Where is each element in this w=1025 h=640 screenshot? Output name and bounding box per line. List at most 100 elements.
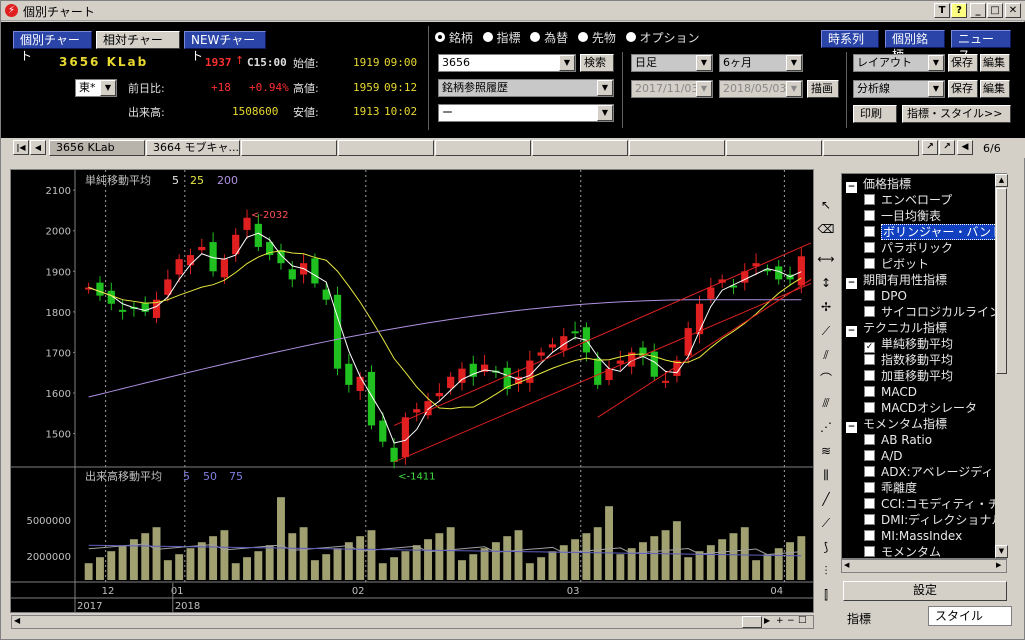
- tree-item[interactable]: ピボット: [864, 256, 929, 272]
- tree-item[interactable]: MACD: [864, 384, 917, 400]
- fan-tool-icon[interactable]: ⫽: [816, 345, 836, 365]
- back-arrow-button[interactable]: ◀: [957, 140, 973, 155]
- tree-item[interactable]: A/D: [864, 448, 903, 464]
- gann-tool-icon[interactable]: ⋰: [816, 417, 836, 437]
- indicator-scrollbar[interactable]: ▲ ▼: [995, 174, 1008, 558]
- symbol-input[interactable]: 3656 ▼: [438, 54, 576, 72]
- tab-klab[interactable]: 3656 KLab: [49, 140, 145, 156]
- tree-item[interactable]: 乖離度: [864, 480, 917, 496]
- checkbox-icon[interactable]: [864, 482, 875, 493]
- tree-group[interactable]: − テクニカル指標: [846, 320, 947, 337]
- draw-tool-button[interactable]: ↗: [922, 140, 938, 155]
- vertical-line-tool-icon[interactable]: ↕: [816, 273, 836, 293]
- checkbox-icon[interactable]: [864, 226, 875, 237]
- tab-indicator[interactable]: 指標: [847, 610, 871, 627]
- analysis-save-button[interactable]: 保存: [948, 80, 978, 98]
- draw-button[interactable]: 描画: [807, 80, 839, 98]
- text-size-button[interactable]: T: [934, 3, 950, 18]
- settings-button[interactable]: 設定: [843, 581, 1007, 601]
- chart-hscrollbar[interactable]: ◀ ▶ + − □: [11, 615, 814, 629]
- tree-item[interactable]: ✓ 単純移動平均: [864, 336, 953, 353]
- scroll-right-icon[interactable]: ▶: [996, 561, 1001, 569]
- history-select[interactable]: 銘柄参照履歴 ▼: [438, 79, 614, 97]
- indicator-tree[interactable]: − 価格指標 エンベロープ 一目均衡表 ボリンジャー・バンド パラボリック ピボット − 期間有…: [841, 173, 1007, 559]
- regression-tool-icon[interactable]: ⟋: [816, 513, 836, 533]
- tab-empty[interactable]: [629, 140, 725, 156]
- indicator-style-button[interactable]: 指標・スタイル>>: [902, 105, 1011, 123]
- checkbox-icon[interactable]: [864, 306, 875, 317]
- tree-item[interactable]: AB Ratio: [864, 432, 932, 448]
- tab-empty[interactable]: [532, 140, 628, 156]
- help-button[interactable]: ?: [951, 3, 967, 18]
- blank-select[interactable]: ー ▼: [438, 104, 614, 122]
- tab-empty[interactable]: [338, 140, 434, 156]
- tree-group[interactable]: − 価格指標: [846, 176, 911, 193]
- scroll-left-icon[interactable]: ◀: [14, 616, 20, 625]
- tree-item[interactable]: ボリンジャー・バンド: [864, 224, 1006, 240]
- zigzag-tool-icon[interactable]: ⟆: [816, 537, 836, 557]
- date-to-select[interactable]: 2018/05/03 ▼: [719, 80, 803, 98]
- market-select[interactable]: 東* ▼: [75, 79, 117, 97]
- draw-tool-button[interactable]: ↗: [939, 140, 955, 155]
- scroll-left-icon[interactable]: ◀: [844, 561, 849, 569]
- fibonacci-tool-icon[interactable]: ⫻: [816, 393, 836, 413]
- radio-stock[interactable]: 銘柄: [435, 31, 473, 45]
- horizontal-line-tool-icon[interactable]: ⟷: [816, 249, 836, 269]
- close-button[interactable]: ✕: [1005, 3, 1021, 18]
- date-from-select[interactable]: 2017/11/03 ▼: [631, 80, 713, 98]
- checkbox-icon[interactable]: [864, 354, 875, 365]
- relative-chart-button[interactable]: 相対チャート: [96, 31, 180, 63]
- line-tool-icon[interactable]: ╱: [816, 489, 836, 509]
- checkbox-icon[interactable]: [864, 258, 875, 269]
- reset-zoom-icon[interactable]: □: [798, 615, 807, 625]
- collapse-icon[interactable]: −: [846, 278, 857, 289]
- arc-tool-icon[interactable]: ⌒: [816, 369, 836, 389]
- scroll-thumb[interactable]: [742, 616, 762, 628]
- checkbox-icon[interactable]: [864, 242, 875, 253]
- tree-item[interactable]: エンベロープ: [864, 192, 952, 208]
- checkbox-icon[interactable]: [864, 290, 875, 301]
- tree-item[interactable]: 一目均衡表: [864, 208, 941, 224]
- chart-area[interactable]: 1500 1600 1700 1800 1900 2000 2100 <-2032 <-1411…: [10, 169, 814, 613]
- layout-select[interactable]: レイアウト ▼: [853, 54, 945, 72]
- tab-empty[interactable]: [435, 140, 531, 156]
- layout-edit-button[interactable]: 編集: [980, 54, 1010, 72]
- checkbox-icon[interactable]: [864, 434, 875, 445]
- tree-group[interactable]: − モメンタム指標: [846, 416, 947, 433]
- tree-item[interactable]: サイコロジカルライン: [864, 304, 1001, 320]
- analysis-edit-button[interactable]: 編集: [980, 80, 1010, 98]
- tree-item[interactable]: DPO: [864, 288, 907, 304]
- scroll-right-icon[interactable]: ▶: [764, 616, 770, 625]
- checkbox-icon[interactable]: [864, 466, 875, 477]
- cycle-tool-icon[interactable]: ⫼: [816, 465, 836, 485]
- tree-item[interactable]: モメンタム: [864, 544, 941, 558]
- tree-item[interactable]: MI:MassIndex: [864, 528, 962, 544]
- zoom-out-icon[interactable]: −: [787, 616, 795, 626]
- tree-item[interactable]: 指数移動平均: [864, 352, 953, 368]
- minimize-button[interactable]: _: [970, 3, 986, 18]
- collapse-icon[interactable]: −: [846, 326, 857, 337]
- maximize-button[interactable]: □: [987, 3, 1003, 18]
- radio-index[interactable]: 指標: [482, 31, 521, 45]
- time-series-button[interactable]: 時系列: [821, 30, 879, 48]
- prev-tab-button[interactable]: ◀: [30, 140, 46, 155]
- checkbox-icon[interactable]: [864, 450, 875, 461]
- price-chart-svg[interactable]: 1500 1600 1700 1800 1900 2000 2100 <-2032 <-1411…: [11, 170, 813, 612]
- collapse-icon[interactable]: −: [846, 422, 857, 433]
- print-button[interactable]: 印刷: [853, 105, 897, 123]
- checkbox-icon[interactable]: [864, 530, 875, 541]
- tree-item[interactable]: DMI:ディレクショナル: [864, 512, 1003, 528]
- scroll-down-icon[interactable]: ▼: [995, 545, 1008, 558]
- individual-symbol-button[interactable]: 個別銘柄: [885, 30, 945, 62]
- scroll-thumb[interactable]: [996, 188, 1007, 374]
- tab-empty[interactable]: [726, 140, 822, 156]
- tab-empty[interactable]: [241, 140, 337, 156]
- indicator-hscrollbar[interactable]: ◀ ▶: [841, 559, 1007, 573]
- radio-forex[interactable]: 為替: [530, 31, 568, 45]
- analysis-select[interactable]: 分析線 ▼: [853, 80, 945, 98]
- tab-style[interactable]: スタイル: [928, 606, 1012, 626]
- radio-option[interactable]: オプション: [625, 31, 700, 45]
- first-tab-button[interactable]: |◀: [13, 140, 29, 155]
- bar-tool-icon[interactable]: ⫿: [816, 585, 836, 605]
- individual-chart-button[interactable]: 個別チャート: [13, 31, 92, 63]
